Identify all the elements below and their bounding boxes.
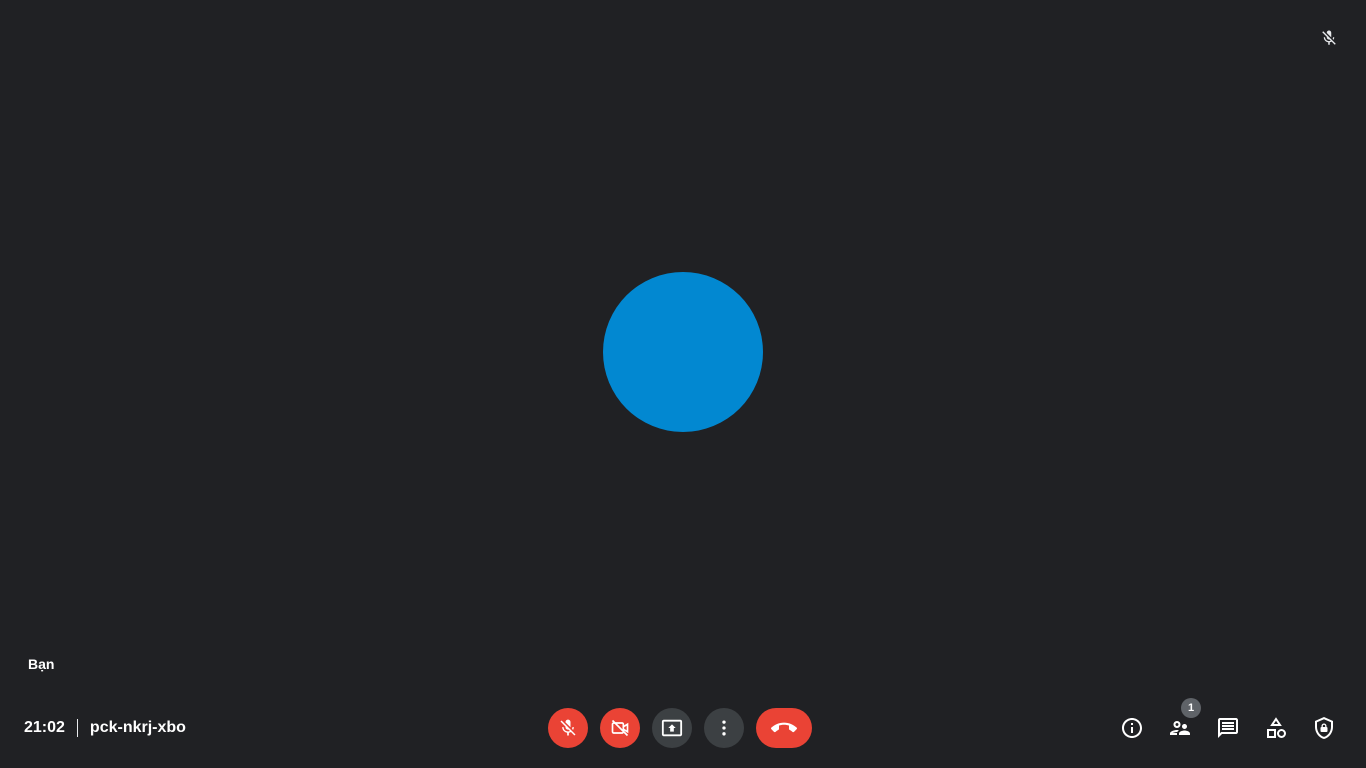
mic-off-icon [1317,26,1341,50]
meeting-stage: Bạn 21:02 pck-nkrj-xbo 1 [0,0,1366,768]
meeting-time: 21:02 [24,719,65,736]
present-to-all-icon [661,717,683,739]
shield-lock-icon [1312,716,1336,740]
participant-name: Bạn [28,656,55,672]
meeting-info: 21:02 pck-nkrj-xbo [24,704,186,752]
activities-button[interactable] [1252,704,1300,752]
mic-off-icon [558,718,578,738]
people-icon [1168,716,1192,740]
camera-toggle-button[interactable] [600,708,640,748]
people-count-badge: 1 [1181,698,1201,718]
more-vert-icon [714,718,734,738]
mic-toggle-button[interactable] [548,708,588,748]
call-end-icon [771,715,797,741]
chat-button[interactable] [1204,704,1252,752]
call-controls [548,708,812,748]
videocam-off-icon [610,718,630,738]
chat-icon [1216,716,1240,740]
host-controls-button[interactable] [1300,704,1348,752]
info-icon [1120,716,1144,740]
side-panel-buttons: 1 [1108,698,1348,752]
bottom-toolbar: 21:02 pck-nkrj-xbo 1 [0,698,1366,752]
activities-icon [1264,716,1288,740]
meeting-info-divider [76,719,78,737]
participant-avatar [603,272,763,432]
more-options-button[interactable] [704,708,744,748]
present-screen-button[interactable] [652,708,692,748]
leave-call-button[interactable] [756,708,812,748]
meeting-details-button[interactable] [1108,704,1156,752]
meeting-code: pck-nkrj-xbo [89,719,186,736]
